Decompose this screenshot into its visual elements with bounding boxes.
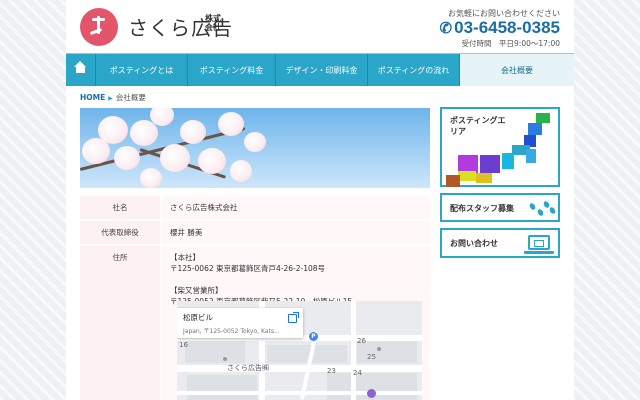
footprint-icon: [536, 208, 545, 217]
head-office-title: 【本社】: [170, 253, 200, 262]
nav-item-posting-price[interactable]: ポスティング料金: [188, 54, 276, 86]
footprint-icon: [548, 206, 557, 215]
company-name-value: さくら広告株式会社: [160, 196, 430, 219]
home-icon: [74, 61, 86, 75]
staff-recruit-label: 配布スタッフ募集: [450, 204, 514, 213]
breadcrumb-arrow-icon: ▶: [108, 95, 113, 102]
table-row: 代表取締役 櫻井 勝美: [80, 221, 430, 246]
sidebar-staff-recruit-banner[interactable]: 配布スタッフ募集: [440, 193, 560, 222]
map-dot-icon: [223, 357, 227, 361]
map-block-number: 16: [179, 341, 188, 349]
laptop-mail-icon: [524, 235, 554, 254]
logo-mark-icon[interactable]: [80, 8, 118, 46]
footprint-icon: [528, 202, 537, 211]
main-nav: ポスティングとは ポスティング料金 デザイン・印刷料金 ポスティングの流れ 会社…: [66, 53, 574, 86]
business-hours: 受付時間 平日9:00～17:00: [461, 39, 560, 48]
representative-value: 櫻井 勝美: [160, 221, 430, 244]
table-row: 社名 さくら広告株式会社: [80, 196, 430, 221]
phone-icon: ✆: [439, 20, 453, 37]
contact-label: お問い合わせ: [450, 239, 498, 248]
nav-home[interactable]: [66, 54, 96, 86]
phone-number[interactable]: ✆ 03-6458-0385: [440, 18, 560, 38]
nav-item-posting-flow[interactable]: ポスティングの流れ: [368, 54, 460, 86]
map-place-label: さくら広告㈱: [227, 364, 269, 372]
address-label: 住所: [112, 253, 128, 262]
parking-pin-icon[interactable]: P: [309, 332, 318, 341]
embedded-map[interactable]: 松原ビル Japan, 〒125-0052 Tokyo, Kats... P 1…: [177, 301, 422, 400]
branch-office-title: 【柴又営業所】: [170, 286, 223, 295]
open-in-maps-icon[interactable]: [288, 312, 299, 323]
posting-area-label: ポスティングエリア: [450, 116, 506, 136]
head-office-address: 〒125-0062 東京都葛飾区青戸4-26-2-108号: [170, 264, 326, 273]
sidebar-posting-area-banner[interactable]: ポスティングエリア: [440, 107, 560, 187]
map-block-number: 26: [357, 337, 366, 345]
breadcrumb-home[interactable]: HOME: [80, 93, 105, 102]
site-header: さくら広告 株式会社 お気軽にお問い合わせください ✆ 03-6458-0385 …: [66, 0, 574, 53]
map-block-number: 23: [327, 367, 336, 375]
logo-subtext: 株式会社: [205, 14, 221, 32]
hero-sakura-image: [80, 108, 430, 188]
map-place-address: Japan, 〒125-0052 Tokyo, Kats...: [183, 328, 280, 335]
phone-text: 03-6458-0385: [454, 18, 560, 37]
company-name-label: 社名: [112, 203, 128, 212]
map-block-number: 24: [353, 369, 362, 377]
map-block-number: 25: [367, 353, 376, 361]
nav-item-posting-about[interactable]: ポスティングとは: [96, 54, 188, 86]
page-container: さくら広告 株式会社 お気軽にお問い合わせください ✆ 03-6458-0385 …: [66, 0, 574, 400]
sidebar-contact-banner[interactable]: お問い合わせ: [440, 228, 560, 258]
nav-item-design-price[interactable]: デザイン・印刷料金: [276, 54, 368, 86]
map-place-pin-icon[interactable]: [367, 389, 376, 398]
breadcrumb-current: 会社概要: [115, 93, 146, 102]
nav-item-company[interactable]: 会社概要: [460, 54, 574, 86]
breadcrumb: HOME ▶ 会社概要: [80, 92, 146, 103]
map-place-card[interactable]: 松原ビル Japan, 〒125-0052 Tokyo, Kats...: [177, 308, 303, 338]
map-place-title: 松原ビル: [183, 313, 213, 322]
map-dot-icon: [377, 347, 381, 351]
representative-label: 代表取締役: [101, 228, 139, 237]
